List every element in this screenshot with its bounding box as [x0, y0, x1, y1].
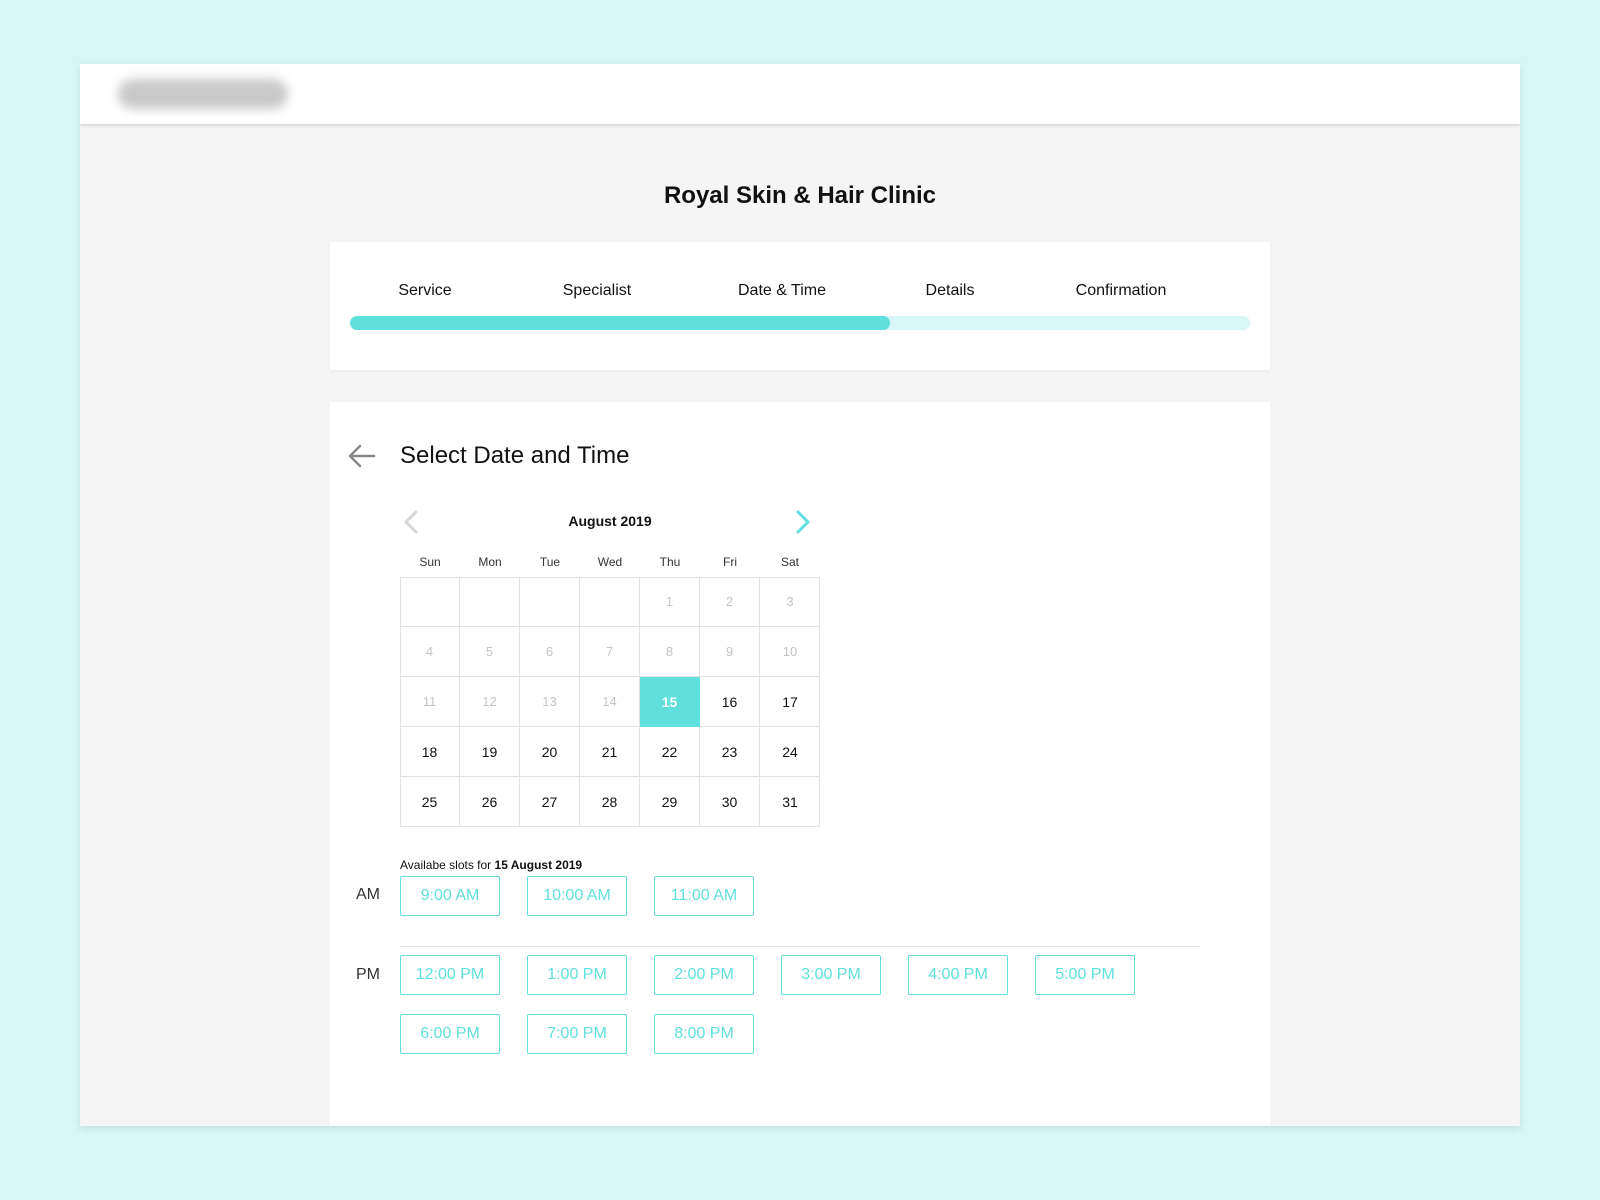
calendar-day-disabled: 11 — [400, 677, 460, 727]
time-slot-button[interactable]: 2:00 PM — [654, 955, 754, 995]
booking-steps: Service Specialist Date & Time Details C… — [330, 242, 1270, 370]
weekday-label: Sun — [419, 555, 441, 569]
step-details: Details — [925, 282, 975, 299]
calendar-day[interactable]: 31 — [760, 777, 820, 827]
weekday-label: Fri — [723, 555, 737, 569]
calendar-empty-cell — [400, 577, 460, 627]
clinic-title: Royal Skin & Hair Clinic — [663, 182, 937, 209]
calendar-day-disabled: 4 — [400, 627, 460, 677]
time-slot-button[interactable]: 1:00 PM — [527, 955, 627, 995]
calendar-day-disabled: 5 — [460, 627, 520, 677]
progress-fill — [350, 316, 890, 330]
calendar-day[interactable]: 22 — [640, 727, 700, 777]
arrow-left-icon[interactable] — [346, 440, 378, 472]
calendar-day-selected[interactable]: 15 — [640, 677, 700, 727]
calendar-day[interactable]: 23 — [700, 727, 760, 777]
step-confirmation: Confirmation — [1075, 282, 1167, 299]
calendar-grid: 1 2 3 4 5 6 7 8 9 10 11 12 13 14 15 16 17 18 19 20 21 22 23 24 2… — [400, 577, 820, 827]
calendar-day[interactable]: 29 — [640, 777, 700, 827]
calendar-day-disabled: 8 — [640, 627, 700, 677]
calendar-day[interactable]: 28 — [580, 777, 640, 827]
calendar-day-disabled: 13 — [520, 677, 580, 727]
calendar-day[interactable]: 19 — [460, 727, 520, 777]
calendar-day[interactable]: 25 — [400, 777, 460, 827]
time-slot-button[interactable]: 8:00 PM — [654, 1014, 754, 1054]
calendar-day-disabled: 6 — [520, 627, 580, 677]
step-specialist: Specialist — [562, 282, 632, 299]
time-slot-button[interactable]: 3:00 PM — [781, 955, 881, 995]
calendar-month: August 2019 — [568, 513, 652, 529]
time-slot-button[interactable]: 12:00 PM — [400, 955, 500, 995]
chevron-right-icon[interactable] — [790, 508, 814, 536]
step-date-time: Date & Time — [737, 282, 827, 299]
calendar-day[interactable]: 17 — [760, 677, 820, 727]
calendar-day[interactable]: 26 — [460, 777, 520, 827]
weekday-label: Thu — [659, 555, 681, 569]
divider — [400, 946, 1200, 947]
calendar-day[interactable]: 18 — [400, 727, 460, 777]
calendar-day[interactable]: 21 — [580, 727, 640, 777]
weekday-label: Mon — [478, 555, 502, 569]
slots-caption-prefix: Availabe slots for — [400, 858, 492, 872]
progress-bar — [350, 316, 1250, 330]
calendar-weekdays: Sun Mon Tue Wed Thu Fri Sat — [400, 555, 820, 571]
calendar-day-disabled: 3 — [760, 577, 820, 627]
calendar-day[interactable]: 30 — [700, 777, 760, 827]
time-slot-button[interactable]: 4:00 PM — [908, 955, 1008, 995]
calendar-day-disabled: 14 — [580, 677, 640, 727]
calendar-day-disabled: 7 — [580, 627, 640, 677]
pm-label: PM — [356, 966, 380, 983]
calendar-day-disabled: 10 — [760, 627, 820, 677]
weekday-label: Sat — [780, 555, 799, 569]
step-service: Service — [398, 282, 452, 299]
weekday-label: Wed — [597, 555, 623, 569]
calendar-day[interactable]: 20 — [520, 727, 580, 777]
slots-caption-date: 15 August 2019 — [494, 858, 583, 872]
calendar-day-disabled: 9 — [700, 627, 760, 677]
time-slot-button[interactable]: 6:00 PM — [400, 1014, 500, 1054]
calendar-day[interactable]: 24 — [760, 727, 820, 777]
am-label: AM — [356, 886, 380, 903]
app-window: Royal Skin & Hair Clinic Service Special… — [80, 64, 1520, 1126]
top-bar — [80, 64, 1520, 124]
time-slot-button[interactable]: 5:00 PM — [1035, 955, 1135, 995]
calendar-empty-cell — [460, 577, 520, 627]
time-slot-button[interactable]: 9:00 AM — [400, 876, 500, 916]
slots-caption: Availabe slots for 15 August 2019 — [400, 858, 582, 872]
calendar-day-disabled: 2 — [700, 577, 760, 627]
date-time-panel: Select Date and Time August 2019 Sun Mon T… — [330, 402, 1270, 1126]
calendar-day-disabled: 12 — [460, 677, 520, 727]
calendar-day[interactable]: 16 — [700, 677, 760, 727]
logo — [118, 79, 288, 109]
time-slot-button[interactable]: 10:00 AM — [527, 876, 627, 916]
section-title: Select Date and Time — [400, 442, 630, 469]
time-slot-button[interactable]: 11:00 AM — [654, 876, 754, 916]
calendar-empty-cell — [520, 577, 580, 627]
weekday-label: Tue — [539, 555, 561, 569]
calendar-day-disabled: 1 — [640, 577, 700, 627]
calendar-day[interactable]: 27 — [520, 777, 580, 827]
calendar-empty-cell — [580, 577, 640, 627]
time-slot-button[interactable]: 7:00 PM — [527, 1014, 627, 1054]
